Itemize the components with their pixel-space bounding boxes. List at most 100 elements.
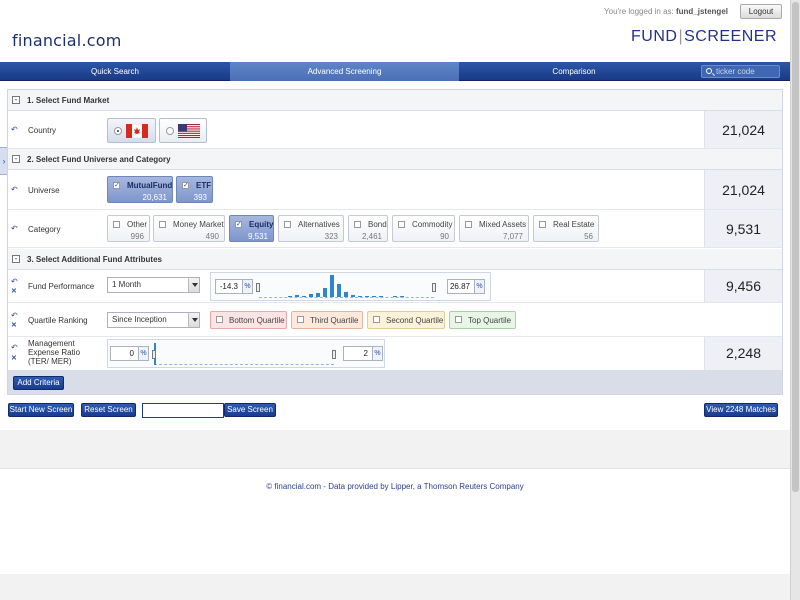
label-line: Management — [28, 339, 75, 348]
expense-ratio-label: Management Expense Ratio (TER/ MER) — [28, 339, 80, 366]
category-bond-chip[interactable]: Bond 2,461 — [348, 215, 388, 242]
collapse-toggle-icon[interactable]: - — [12, 96, 20, 104]
second-quartile-option[interactable]: Second Quartile — [367, 311, 445, 329]
remove-criteria-icon[interactable]: ✕ — [11, 322, 19, 330]
third-quartile-option[interactable]: Third Quartile — [291, 311, 363, 329]
view-matches-button[interactable]: View 2248 Matches — [704, 403, 778, 417]
performance-min-input[interactable]: -14.3 — [215, 279, 243, 294]
category-other-chip[interactable]: Other 996 — [107, 215, 150, 242]
category-commodity-chip[interactable]: Commodity 90 — [392, 215, 455, 242]
category-match-count: 9,531 — [704, 210, 782, 247]
financial-logo[interactable]: financial.com — [12, 31, 122, 50]
login-status: You're logged in as: fund_jstengel — [604, 7, 728, 16]
chip-label: Mixed Assets — [479, 220, 527, 229]
undo-icon[interactable]: ↶ — [11, 312, 19, 320]
slider-min-handle[interactable] — [152, 350, 156, 359]
quartile-period-select[interactable]: Since Inception — [107, 312, 200, 328]
category-row: ↶ Category Other 996 Money Market 490 ✓ … — [8, 210, 782, 248]
reset-screen-button[interactable]: Reset Screen — [81, 403, 136, 417]
checkbox-checked[interactable]: ✓ — [182, 182, 189, 189]
undo-icon[interactable]: ↶ — [11, 344, 19, 352]
remove-criteria-icon[interactable]: ✕ — [11, 288, 19, 296]
checkbox[interactable] — [297, 316, 304, 323]
undo-icon[interactable]: ↶ — [11, 225, 19, 233]
chevron-down-icon — [188, 313, 199, 327]
chip-label: ETF — [196, 181, 212, 190]
quartile-name: Top Quartile — [468, 316, 512, 325]
add-criteria-button[interactable]: Add Criteria — [13, 376, 64, 390]
category-label: Category — [28, 225, 61, 234]
category-money-market-chip[interactable]: Money Market 490 — [153, 215, 225, 242]
ter-max-input[interactable]: 2 — [343, 346, 373, 361]
category-equity-chip[interactable]: ✓ Equity 9,531 — [229, 215, 274, 242]
chip-count: 9,531 — [247, 232, 268, 241]
chip-label: Real Estate — [553, 220, 595, 229]
top-quartile-option[interactable]: Top Quartile — [449, 311, 516, 329]
screening-panel: - 1. Select Fund Market ↶ Country 21,024… — [7, 89, 783, 395]
ticker-search-input[interactable]: ticker code — [701, 65, 780, 78]
checkbox[interactable] — [113, 221, 120, 228]
chevron-down-icon — [188, 278, 199, 292]
performance-range-slider[interactable]: -14.3 % 26.87 % — [210, 272, 491, 301]
tab-quick-search[interactable]: Quick Search — [0, 62, 230, 81]
category-alternatives-chip[interactable]: Alternatives 323 — [278, 215, 344, 242]
collapse-toggle-icon[interactable]: - — [12, 155, 20, 163]
undo-icon[interactable]: ↶ — [11, 186, 19, 194]
category-real-estate-chip[interactable]: Real Estate 56 — [533, 215, 599, 242]
ter-min-input[interactable]: 0 — [110, 346, 139, 361]
checkbox[interactable] — [455, 316, 462, 323]
collapse-toggle-icon[interactable]: - — [12, 255, 20, 263]
section-title: 1. Select Fund Market — [27, 96, 110, 105]
category-mixed-assets-chip[interactable]: Mixed Assets 7,077 — [459, 215, 529, 242]
scrollbar-thumb[interactable] — [792, 2, 799, 492]
select-value: 1 Month — [112, 280, 141, 289]
checkbox[interactable] — [465, 221, 472, 228]
page: You're logged in as: fund_jstengel Logou… — [0, 0, 790, 600]
universe-label: Universe — [28, 186, 60, 195]
start-new-screen-button[interactable]: Start New Screen — [8, 403, 74, 417]
chip-label: Bond — [368, 220, 387, 229]
universe-etf-chip[interactable]: ✓ ETF 393 — [176, 176, 213, 203]
canada-option[interactable] — [107, 118, 156, 143]
checkbox[interactable] — [216, 316, 223, 323]
chip-label: MutualFund — [127, 181, 173, 190]
save-screen-button[interactable]: Save Screen — [224, 403, 276, 417]
universe-mutualfund-chip[interactable]: ✓ MutualFund 20,631 — [107, 176, 173, 203]
radio-unselected[interactable] — [166, 127, 174, 135]
performance-period-select[interactable]: 1 Month — [107, 277, 200, 293]
histogram-bar — [323, 288, 327, 297]
slider-min-handle[interactable] — [256, 283, 260, 292]
checkbox[interactable] — [539, 221, 546, 228]
slider-max-handle[interactable] — [432, 283, 436, 292]
tab-comparison[interactable]: Comparison — [459, 62, 689, 81]
performance-max-input[interactable]: 26.87 — [447, 279, 475, 294]
undo-icon[interactable]: ↶ — [11, 278, 19, 286]
undo-icon[interactable]: ↶ — [11, 126, 19, 134]
checkbox[interactable] — [284, 221, 291, 228]
checkbox[interactable] — [373, 316, 380, 323]
expense-ratio-range-slider[interactable]: 0 % 2 % — [107, 339, 385, 368]
section-fund-market: - 1. Select Fund Market — [8, 90, 782, 111]
bottom-quartile-option[interactable]: Bottom Quartile — [210, 311, 287, 329]
checkbox[interactable] — [354, 221, 361, 228]
checkbox-checked[interactable]: ✓ — [235, 221, 242, 228]
login-prefix: You're logged in as: — [604, 7, 674, 16]
remove-criteria-icon[interactable]: ✕ — [11, 355, 19, 363]
search-icon — [706, 68, 712, 74]
checkbox[interactable] — [159, 221, 166, 228]
logout-button[interactable]: Logout — [740, 4, 782, 19]
checkbox-checked[interactable]: ✓ — [113, 182, 120, 189]
usa-option[interactable] — [159, 118, 207, 143]
checkbox[interactable] — [398, 221, 405, 228]
screen-name-input[interactable] — [142, 403, 224, 418]
label-line: (TER/ MER) — [28, 357, 72, 366]
quartile-label: Quartile Ranking — [28, 316, 88, 325]
page-scrollbar[interactable] — [790, 0, 800, 600]
radio-selected[interactable] — [114, 127, 122, 135]
percent-unit: % — [475, 279, 485, 294]
chip-label: Alternatives — [298, 220, 340, 229]
footer-text[interactable]: © financial.com - Data provided by Lippe… — [0, 482, 790, 491]
chip-count: 393 — [193, 193, 207, 202]
tab-advanced-screening[interactable]: Advanced Screening — [230, 62, 459, 81]
slider-max-handle[interactable] — [332, 350, 336, 359]
